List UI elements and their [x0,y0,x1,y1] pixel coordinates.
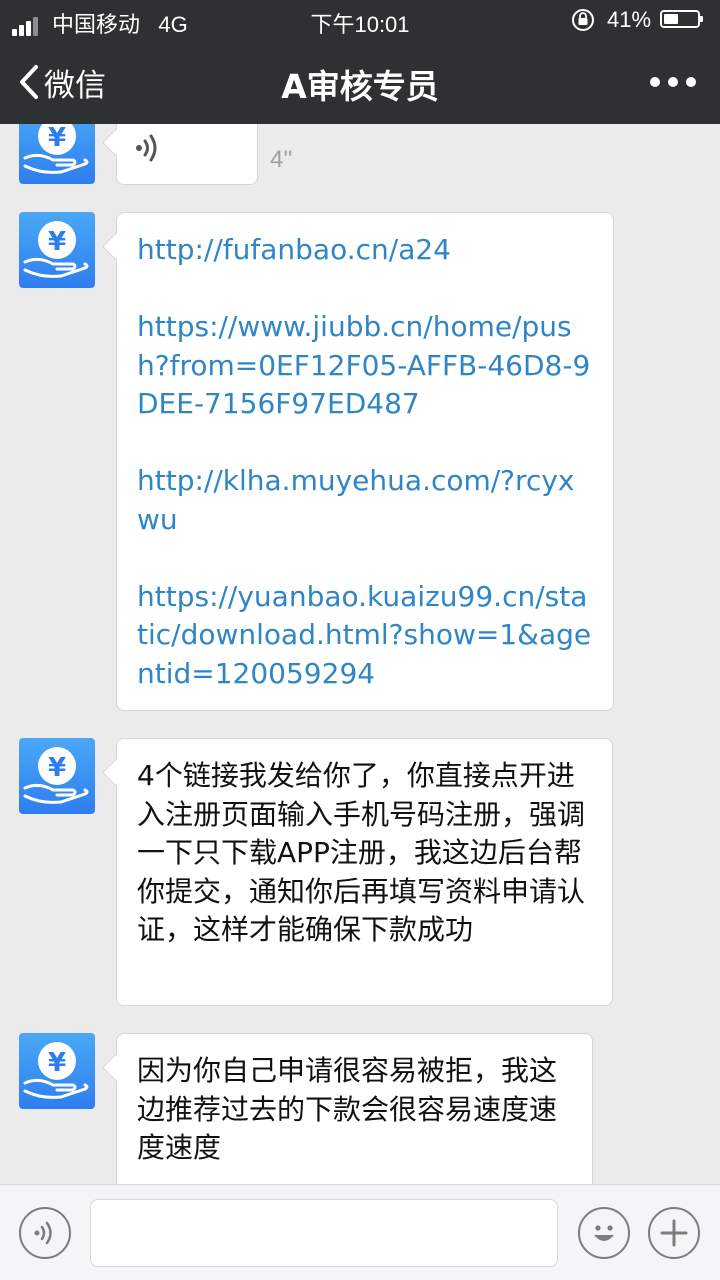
message-link[interactable]: http://fufanbao.cn/a24 [137,231,593,270]
yen-hand-icon: ¥ [23,124,89,174]
message-input[interactable] [90,1199,558,1267]
battery-percent: 41% [607,7,652,32]
text-message-bubble: 因为你自己申请很容易被拒，我这边推荐过去的下款会很容易速度速度速度 [116,1033,593,1184]
top-bar: 中国移动 4G 下午10:01 41% 微信 A审核专员 [0,0,720,124]
avatar[interactable]: ¥ [19,124,95,184]
battery-icon [660,10,703,28]
orientation-lock-icon [570,7,596,39]
chat-area[interactable]: ¥ 4'' ¥ http://fufanbao.cn/a24 https://w… [0,124,720,1184]
avatar[interactable]: ¥ [19,738,95,814]
plus-icon [660,1219,688,1247]
status-bar: 中国移动 4G 下午10:01 41% [0,0,720,40]
svg-text:¥: ¥ [48,753,66,783]
more-dots-icon [650,77,660,87]
message-text: 4个链接我发给你了，你直接点开进入注册页面输入手机号码注册，强调一下只下载APP… [137,759,586,946]
plus-button[interactable] [648,1207,700,1259]
message-link[interactable]: http://klha.muyehua.com/?rcyxwu [137,462,593,539]
voice-message-bubble[interactable] [116,124,258,185]
nav-bar: 微信 A审核专员 [0,40,720,124]
input-bar [0,1184,720,1280]
chat-title: A审核专员 [281,67,439,106]
voice-wave-icon [34,1221,52,1245]
message-link[interactable]: https://yuanbao.kuaizu99.cn/static/downl… [137,578,593,694]
voice-wave-icon [136,134,157,162]
svg-text:¥: ¥ [48,227,66,257]
more-button[interactable] [650,72,696,92]
links-message-bubble: http://fufanbao.cn/a24 https://www.jiubb… [116,212,614,711]
voice-duration: 4'' [270,146,293,173]
text-message-bubble: 4个链接我发给你了，你直接点开进入注册页面输入手机号码注册，强调一下只下载APP… [116,738,613,1006]
voice-input-button[interactable] [19,1207,71,1259]
svg-text:¥: ¥ [48,124,66,153]
svg-text:¥: ¥ [48,1048,66,1078]
yen-hand-icon: ¥ [23,747,89,804]
avatar[interactable]: ¥ [19,212,95,288]
yen-hand-icon: ¥ [23,1042,89,1099]
yen-hand-icon: ¥ [23,221,89,278]
emoji-button[interactable] [578,1207,630,1259]
message-text: 因为你自己申请很容易被拒，我这边推荐过去的下款会很容易速度速度速度 [137,1054,558,1164]
emoji-icon [594,1225,614,1241]
avatar[interactable]: ¥ [19,1033,95,1109]
message-link[interactable]: https://www.jiubb.cn/home/push?from=0EF1… [137,308,593,424]
